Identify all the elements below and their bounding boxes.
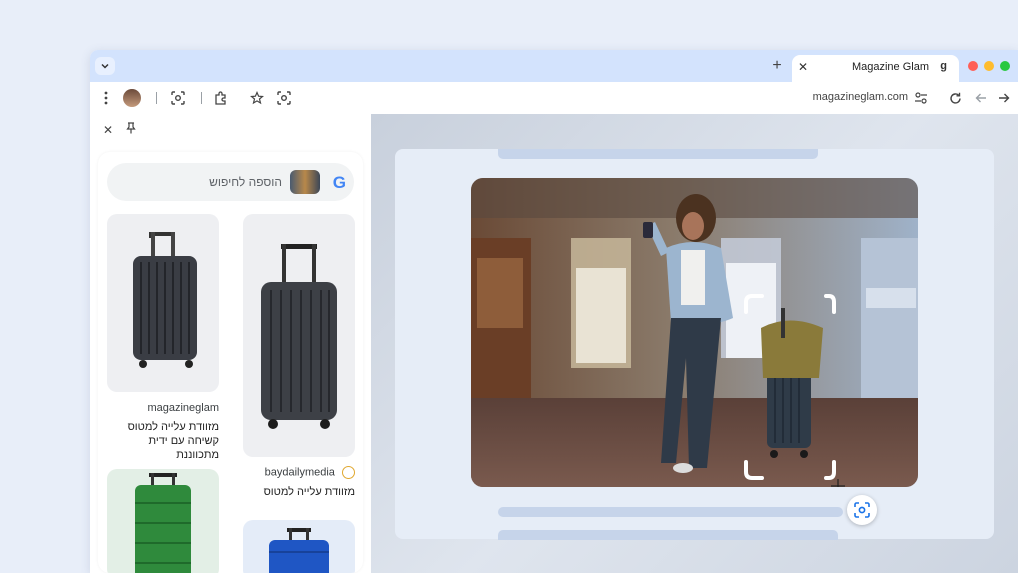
search-placeholder: הוספה לחיפוש (209, 175, 282, 189)
add-to-search-input[interactable]: G הוספה לחיפוש (107, 163, 354, 201)
search-image-thumbnail[interactable] (290, 170, 320, 194)
maximize-window-button[interactable] (1000, 61, 1010, 71)
extensions-icon[interactable] (213, 90, 229, 106)
reload-icon[interactable] (947, 90, 963, 106)
back-arrow-icon[interactable] (973, 90, 989, 106)
browser-window: + ✕ Magazine Glam g magazineglam.com ✕ G… (90, 50, 1018, 573)
lens-search-icon[interactable] (276, 90, 292, 106)
tab-close-icon[interactable]: ✕ (798, 60, 808, 74)
tab-magazine-glam[interactable]: ✕ Magazine Glam g (792, 55, 959, 82)
placeholder-bar (498, 530, 838, 540)
menu-kebab-icon[interactable] (98, 90, 114, 106)
window-controls (968, 61, 1010, 71)
result-title-line: מזוודת עלייה למטוס (127, 421, 219, 433)
magazine-page (395, 149, 994, 540)
google-logo: G (332, 173, 346, 192)
lens-side-panel: ✕ G הוספה לחיפוש magazineglam מזוודת עלי… (90, 114, 371, 573)
result-title: מזוודת עלייה למטוס קשיחה עם ידית מתכווננ… (107, 420, 219, 462)
favicon-icon: g (940, 60, 947, 72)
result-title: מזוודת עלייה למטוס (243, 485, 355, 499)
chevron-down-icon (101, 63, 109, 69)
address-bar-url[interactable]: magazineglam.com (813, 91, 908, 103)
profile-avatar[interactable] (123, 89, 141, 107)
placeholder-bar (498, 149, 818, 159)
product-image[interactable] (107, 469, 219, 573)
tab-title: Magazine Glam (851, 61, 929, 73)
result-source: magazineglam (107, 402, 219, 414)
product-image[interactable] (243, 520, 355, 573)
web-content-area (371, 114, 1018, 573)
tab-search-button[interactable] (95, 57, 115, 75)
placeholder-bar (498, 507, 843, 517)
result-title-line: מזוודת עלייה למטוס (263, 486, 355, 498)
panel-close-icon[interactable]: ✕ (103, 123, 113, 137)
lens-search-button[interactable] (847, 495, 877, 525)
new-tab-button[interactable]: + (767, 56, 787, 76)
toolbar: magazineglam.com (90, 82, 1018, 114)
result-title-line: קשיחה עם ידית מתכווננת (148, 435, 219, 461)
source-name: baydailymedia (264, 466, 335, 479)
result-source: baydailymedia (243, 466, 355, 479)
product-image[interactable] (107, 214, 219, 392)
toolbar-divider (156, 92, 157, 104)
source-favicon-icon (342, 466, 355, 479)
toolbar-divider (201, 92, 202, 104)
product-image[interactable] (243, 214, 355, 457)
close-window-button[interactable] (968, 61, 978, 71)
forward-arrow-icon[interactable] (996, 90, 1012, 106)
site-settings-icon[interactable] (913, 90, 929, 106)
hero-image[interactable] (471, 178, 918, 487)
pin-icon[interactable] (126, 122, 136, 134)
results-card: G הוספה לחיפוש magazineglam מזוודת עלייה… (98, 152, 363, 573)
bookmark-star-icon[interactable] (249, 90, 265, 106)
tab-strip: + ✕ Magazine Glam g (90, 50, 1018, 82)
minimize-window-button[interactable] (984, 61, 994, 71)
source-name: magazineglam (147, 402, 219, 414)
lens-icon (854, 502, 870, 518)
lens-icon[interactable] (170, 90, 186, 106)
